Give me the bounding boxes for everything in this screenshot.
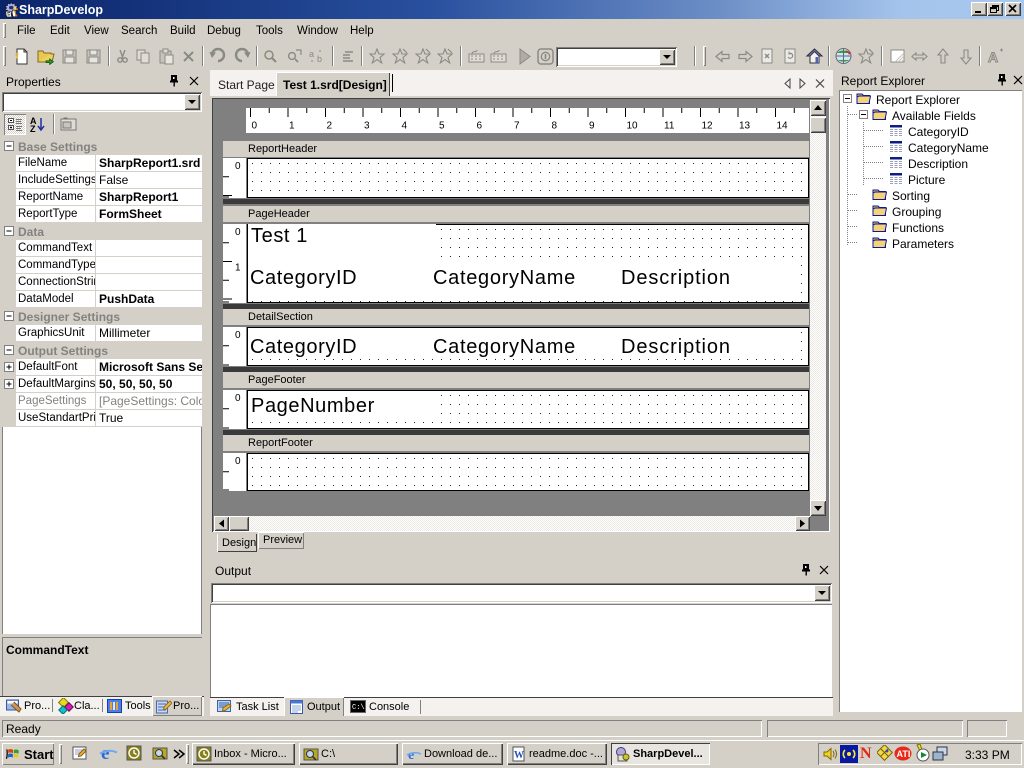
svg-text:C:\: C:\ (352, 704, 365, 712)
svg-text:2: 2 (327, 121, 333, 132)
svg-text:8: 8 (552, 121, 558, 132)
svg-text:7: 7 (514, 121, 520, 132)
svg-text:A: A (988, 49, 998, 65)
svg-text:e: e (408, 748, 414, 762)
svg-text:0: 0 (252, 121, 258, 132)
svg-text:3: 3 (364, 121, 370, 132)
svg-text:11: 11 (664, 121, 675, 132)
svg-text:ATI: ATI (897, 749, 911, 759)
svg-text:b: b (317, 54, 322, 64)
svg-text:1: 1 (235, 263, 241, 274)
svg-text:a: a (309, 49, 314, 59)
svg-text:13: 13 (739, 121, 751, 132)
svg-text:12: 12 (702, 121, 714, 132)
svg-text:14: 14 (777, 121, 789, 132)
svg-text:1: 1 (289, 121, 295, 132)
svg-text:6: 6 (477, 121, 483, 132)
svg-text:10: 10 (627, 121, 639, 132)
svg-text:4: 4 (402, 121, 408, 132)
svg-text:W: W (514, 750, 524, 761)
svg-text:0: 0 (235, 227, 241, 238)
svg-text:9: 9 (589, 121, 595, 132)
svg-text:0: 0 (235, 456, 241, 467)
svg-text:0: 0 (235, 330, 241, 341)
svg-text:0: 0 (235, 393, 241, 404)
svg-text:0: 0 (235, 161, 241, 172)
svg-text:Z: Z (30, 124, 36, 133)
svg-text:5: 5 (439, 121, 445, 132)
